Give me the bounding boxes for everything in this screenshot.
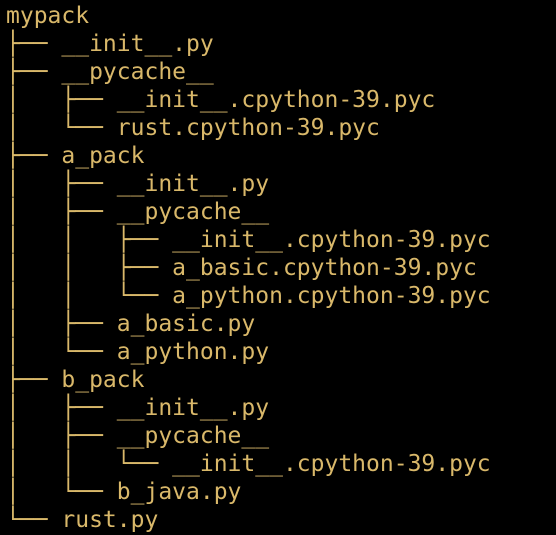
tree-entry-name: a_basic.cpython-39.pyc [172,255,477,281]
tree-branch: │ │ ├── [6,255,173,281]
terminal-window: mypack ├── __init__.py ├── __pycache__ │ ├─… [0,0,556,535]
tree-branch: │ │ └── [6,283,173,309]
tree-line: ├── __pycache__ [6,58,491,86]
tree-branch: ├── [6,367,62,393]
tree-branch: ├── [6,59,62,85]
tree-entry-name: a_python.cpython-39.pyc [172,283,491,309]
tree-branch: │ ├── [6,311,117,337]
tree-line: │ ├── a_basic.py [6,310,491,338]
tree-line: │ └── rust.cpython-39.pyc [6,114,491,142]
tree-branch: │ └── [6,339,117,365]
tree-line: │ ├── __init__.py [6,394,491,422]
tree-entry-name: b_pack [61,367,145,393]
tree-entry-name: rust.py [61,507,159,533]
tree-line: │ ├── __init__.cpython-39.pyc [6,86,491,114]
tree-line: ├── b_pack [6,366,491,394]
tree-line: │ ├── __init__.py [6,170,491,198]
tree-entry-name: a_basic.py [116,311,256,337]
tree-branch: │ │ ├── [6,227,173,253]
tree-entry-name: __init__.py [61,31,214,57]
tree-entry-name: __init__.py [116,395,270,421]
tree-entry-name: __pycache__ [116,199,270,225]
directory-tree: mypack ├── __init__.py ├── __pycache__ │ ├─… [6,2,491,534]
tree-entry-name: b_java.py [116,479,242,505]
tree-branch: │ │ └── [6,451,173,477]
tree-line: ├── __init__.py [6,30,491,58]
tree-line: │ ├── __pycache__ [6,422,491,450]
tree-branch: ├── [6,143,62,169]
tree-line: └── rust.py [6,506,491,534]
tree-entry-name: __init__.cpython-39.pyc [116,87,436,113]
tree-branch: │ ├── [6,423,117,449]
tree-entry-name: rust.cpython-39.pyc [116,115,380,141]
tree-line: │ └── a_python.py [6,338,491,366]
tree-line: │ ├── __pycache__ [6,198,491,226]
tree-entry-name: a_pack [61,143,145,169]
tree-branch: │ ├── [6,395,117,421]
tree-entry-name: mypack [6,3,90,29]
tree-entry-name: __init__.cpython-39.pyc [172,451,491,477]
tree-line: │ │ ├── a_basic.cpython-39.pyc [6,254,491,282]
tree-line: │ │ ├── __init__.cpython-39.pyc [6,226,491,254]
tree-line: │ └── b_java.py [6,478,491,506]
tree-entry-name: __pycache__ [116,423,270,449]
tree-entry-name: __init__.py [116,171,270,197]
tree-line: │ │ └── a_python.cpython-39.pyc [6,282,491,310]
tree-line: mypack [6,2,491,30]
tree-entry-name: a_python.py [116,339,270,365]
tree-branch: │ ├── [6,171,117,197]
tree-branch: │ └── [6,115,117,141]
tree-entry-name: __pycache__ [61,59,214,85]
tree-branch: ├── [6,31,62,57]
tree-entry-name: __init__.cpython-39.pyc [172,227,491,253]
tree-line: │ │ └── __init__.cpython-39.pyc [6,450,491,478]
tree-line: ├── a_pack [6,142,491,170]
tree-branch: │ ├── [6,87,117,113]
tree-branch: │ └── [6,479,117,505]
tree-branch: │ ├── [6,199,117,225]
tree-branch: └── [6,507,62,533]
